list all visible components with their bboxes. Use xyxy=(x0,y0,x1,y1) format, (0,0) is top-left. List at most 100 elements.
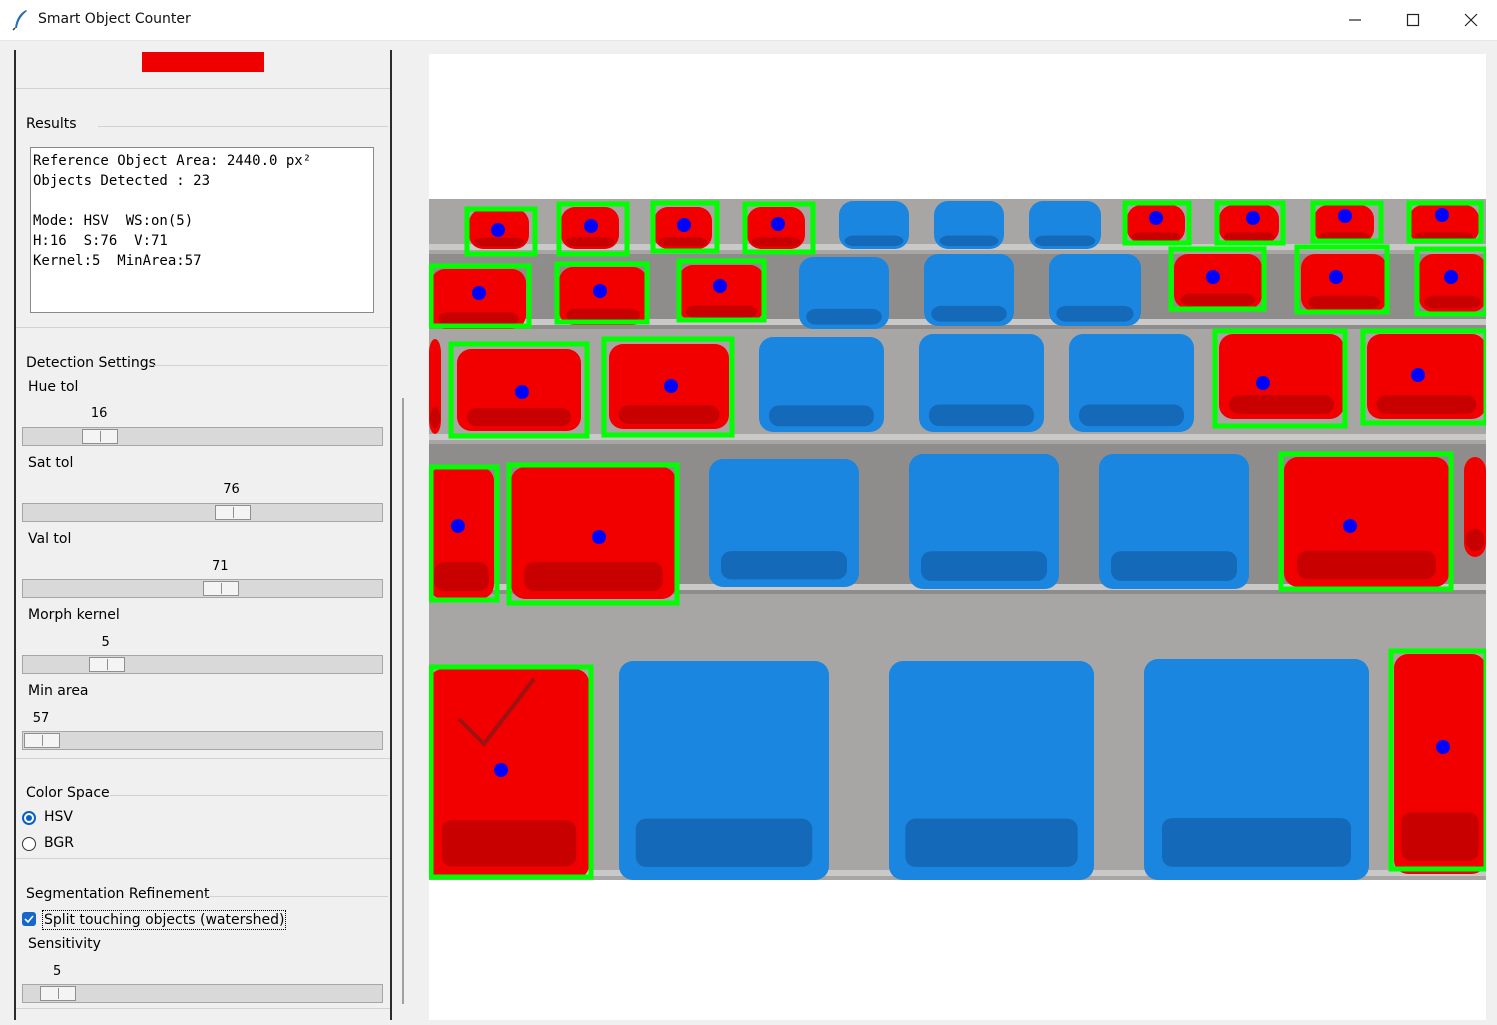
sat-tol-label: Sat tol xyxy=(28,455,74,471)
seat-shadow xyxy=(1465,529,1485,551)
separator xyxy=(16,1008,390,1009)
sensitivity-label: Sensitivity xyxy=(28,936,101,952)
seat-shadow xyxy=(618,405,720,424)
seat-shadow xyxy=(635,818,813,867)
min-area-value: 57 xyxy=(32,711,50,726)
separator xyxy=(154,365,388,366)
sensitivity-slider[interactable] xyxy=(22,984,383,1003)
image-canvas[interactable] xyxy=(429,54,1486,1020)
panel-border-left xyxy=(14,50,16,1020)
segmentation-refinement-label: Segmentation Refinement xyxy=(26,886,210,902)
seat-shadow xyxy=(769,405,874,427)
panel-border-right xyxy=(390,50,392,1020)
centroid-dot xyxy=(771,217,785,231)
seat-shadow xyxy=(1297,550,1436,580)
maximize-button[interactable] xyxy=(1384,0,1442,40)
seat-shadow xyxy=(1056,305,1134,322)
centroid-dot xyxy=(1329,270,1343,284)
min-area-slider[interactable] xyxy=(22,731,383,750)
window-title: Smart Object Counter xyxy=(38,11,191,27)
morph-kernel-label: Morph kernel xyxy=(28,607,120,623)
radio-selected-icon xyxy=(22,811,36,825)
val-tol-slider[interactable] xyxy=(22,579,383,598)
hue-tol-slider-thumb[interactable] xyxy=(82,429,119,444)
centroid-dot xyxy=(1435,208,1449,222)
separator xyxy=(98,126,388,127)
seat-shadow xyxy=(1229,395,1334,414)
seat-shadow xyxy=(806,308,882,325)
seat-shadow xyxy=(685,305,758,318)
seat-shadow xyxy=(751,237,801,247)
seat-shadow xyxy=(1424,295,1481,309)
seat-shadow xyxy=(905,818,1078,867)
seat-shadow xyxy=(1131,232,1181,241)
seat-shadow xyxy=(721,551,847,580)
maximize-icon xyxy=(1406,13,1420,27)
centroid-dot xyxy=(494,763,508,777)
val-tol-value: 71 xyxy=(211,559,229,574)
morph-kernel-value: 5 xyxy=(101,635,110,650)
seat-shadow xyxy=(1181,293,1255,306)
sat-tol-slider[interactable] xyxy=(22,503,383,522)
seat-shadow xyxy=(1079,404,1184,427)
separator xyxy=(110,795,388,796)
close-icon xyxy=(1464,13,1478,27)
feather-icon xyxy=(12,10,27,31)
title-bar: Smart Object Counter xyxy=(0,0,1497,41)
centroid-dot xyxy=(593,284,607,298)
control-panel: Results Reference Object Area: 2440.0 px… xyxy=(14,50,394,1025)
centroid-dot xyxy=(584,219,598,233)
hue-tol-value: 16 xyxy=(90,406,108,421)
min-area-slider-thumb[interactable] xyxy=(24,733,60,748)
results-label: Results xyxy=(26,116,77,132)
centroid-dot xyxy=(1149,211,1163,225)
sensitivity-value: 5 xyxy=(53,964,62,979)
separator xyxy=(206,896,388,897)
morph-kernel-slider[interactable] xyxy=(22,655,383,674)
morph-kernel-slider-thumb[interactable] xyxy=(88,657,125,672)
sensitivity-slider-thumb[interactable] xyxy=(40,986,77,1001)
seat-shadow xyxy=(1376,395,1477,414)
seat-shadow xyxy=(438,312,519,326)
reference-color-swatch xyxy=(142,52,264,72)
centroid-dot xyxy=(1343,519,1357,533)
separator xyxy=(16,327,390,328)
results-text[interactable]: Reference Object Area: 2440.0 px² Object… xyxy=(30,147,374,313)
minimize-icon xyxy=(1349,19,1361,21)
radio-hsv-label: HSV xyxy=(44,809,73,825)
color-space-label: Color Space xyxy=(26,785,110,801)
close-button[interactable] xyxy=(1442,0,1497,40)
seat-shadow xyxy=(1401,812,1479,861)
centroid-dot xyxy=(1444,270,1458,284)
panel-scrollbar[interactable] xyxy=(402,398,404,1004)
checkbox-checked-icon xyxy=(22,912,36,926)
watershed-checkbox-label: Split touching objects (watershed) xyxy=(42,910,287,930)
seat-shadow xyxy=(1034,235,1096,247)
centroid-dot xyxy=(592,530,606,544)
centroid-dot xyxy=(713,279,727,293)
seat-shadow xyxy=(434,562,489,592)
sat-tol-value: 76 xyxy=(223,482,240,497)
centroid-dot xyxy=(451,519,465,533)
minimize-button[interactable] xyxy=(1326,0,1384,40)
detection-settings-label: Detection Settings xyxy=(26,355,156,371)
centroid-dot xyxy=(1256,376,1270,390)
centroid-dot xyxy=(1246,211,1260,225)
hue-tol-slider[interactable] xyxy=(22,427,383,446)
seat-shadow xyxy=(441,820,577,867)
centroid-dot xyxy=(472,286,486,300)
seat-shadow xyxy=(1223,232,1275,241)
centroid-dot xyxy=(677,218,691,232)
separator xyxy=(16,88,390,89)
separator xyxy=(16,758,390,759)
centroid-dot xyxy=(1206,270,1220,284)
centroid-dot xyxy=(664,379,678,393)
seat-shadow xyxy=(429,407,441,429)
seat-shadow xyxy=(921,551,1047,581)
seat-shadow xyxy=(473,237,525,247)
seat-shadow xyxy=(466,408,572,427)
sat-tol-slider-thumb[interactable] xyxy=(214,505,251,520)
val-tol-slider-thumb[interactable] xyxy=(203,581,240,596)
val-tol-label: Val tol xyxy=(28,531,72,547)
seat-shadow xyxy=(1307,295,1381,309)
